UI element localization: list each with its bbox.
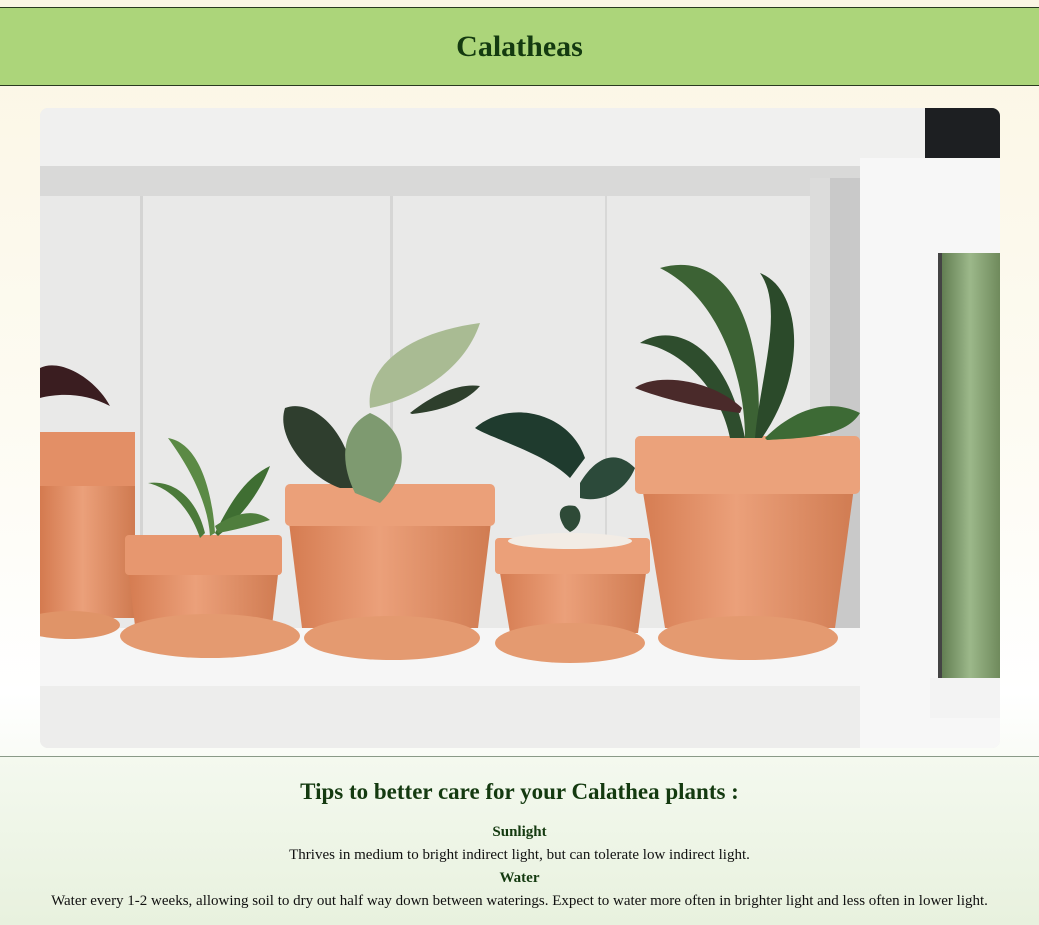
page-header: Calatheas xyxy=(0,7,1039,86)
tip-text-water: Water every 1-2 weeks, allowing soil to … xyxy=(51,893,988,909)
hero-image xyxy=(40,108,1000,748)
page-title: Calatheas xyxy=(456,29,583,63)
care-tips-section: Tips to better care for your Calathea pl… xyxy=(0,756,1039,925)
tips-heading: Tips to better care for your Calathea pl… xyxy=(300,779,739,804)
plants-photo xyxy=(40,108,1000,748)
tip-title-sunlight: Sunlight xyxy=(492,824,547,840)
tip-title-water: Water xyxy=(499,870,540,886)
tip-text-sunlight: Thrives in medium to bright indirect lig… xyxy=(289,847,750,863)
